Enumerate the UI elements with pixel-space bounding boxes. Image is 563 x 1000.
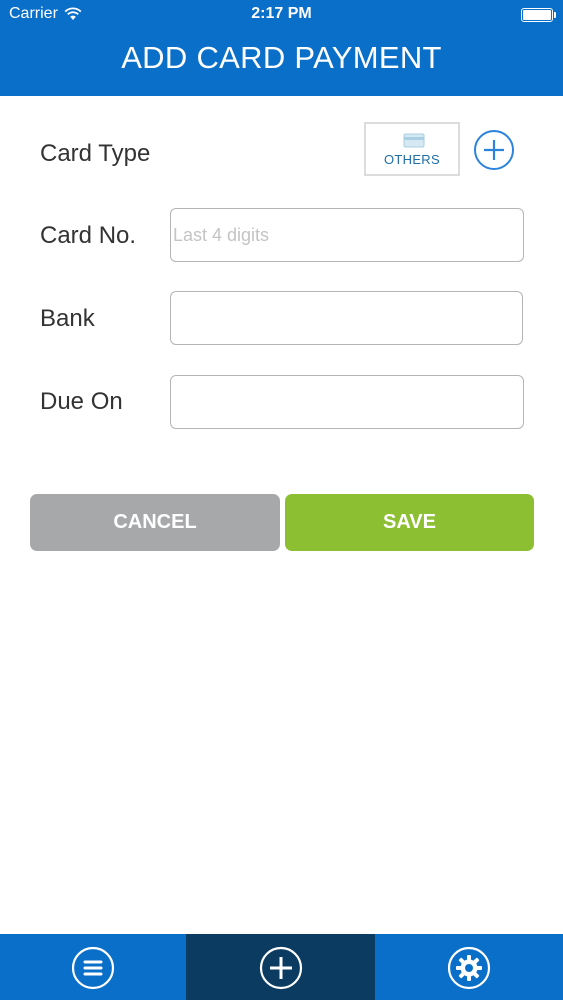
card-type-label: Card Type [40,140,151,167]
page-title: ADD CARD PAYMENT [121,40,442,75]
status-bar: Carrier 2:17 PM [0,0,563,30]
card-type-option-others[interactable]: OTHERS [364,122,460,176]
tab-menu[interactable] [0,934,186,1000]
bank-input[interactable] [170,291,523,345]
tab-bar [0,934,563,1000]
card-no-input[interactable] [170,208,524,262]
menu-icon [71,946,115,990]
bank-label: Bank [40,305,95,332]
due-on-input[interactable] [170,375,524,429]
plus-circle-icon [259,946,302,990]
add-card-payment-screen: Carrier 2:17 PM ADD CARD PAYMENT Card Ty… [0,0,563,1000]
credit-card-icon [403,133,425,148]
gear-icon [447,946,491,990]
plus-circle-icon [484,140,504,160]
tab-settings[interactable] [375,934,563,1000]
save-button[interactable]: SAVE [285,494,534,551]
due-on-label: Due On [40,388,123,415]
battery-icon [521,8,556,22]
add-card-type-button[interactable] [474,130,514,170]
header: Carrier 2:17 PM ADD CARD PAYMENT [0,0,563,96]
tab-add[interactable] [186,934,375,1000]
card-type-option-label: OTHERS [384,152,440,167]
cancel-button[interactable]: CANCEL [30,494,280,551]
card-no-label: Card No. [40,222,137,249]
status-time: 2:17 PM [251,5,312,22]
